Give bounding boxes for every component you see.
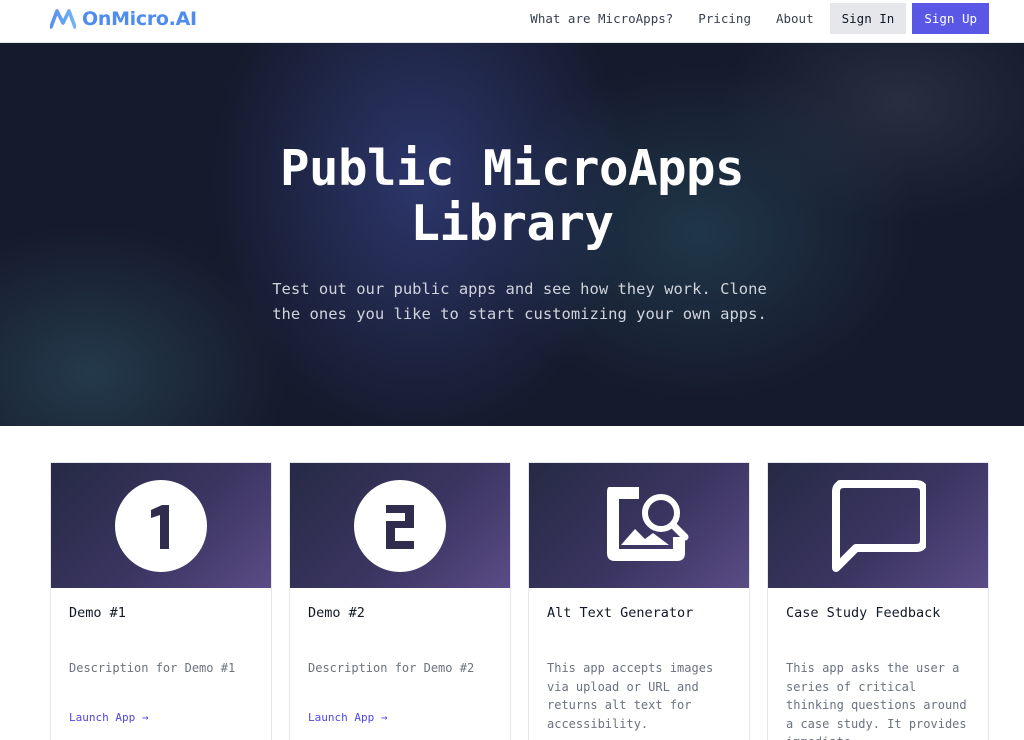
card-banner bbox=[290, 463, 510, 588]
card-banner bbox=[768, 463, 988, 588]
nav-link-pricing[interactable]: Pricing bbox=[698, 11, 751, 26]
sign-up-button[interactable]: Sign Up bbox=[912, 3, 989, 34]
card-description: This app accepts images via upload or UR… bbox=[547, 661, 714, 731]
chat-bubble-icon bbox=[832, 479, 926, 572]
app-card-grid: Demo #1 Description for Demo #1 Launch A… bbox=[50, 462, 990, 740]
hero-subtitle-line-2: the ones you like to start customizing y… bbox=[272, 305, 767, 323]
nav-link-about[interactable]: About bbox=[776, 11, 814, 26]
launch-app-link[interactable]: Launch App → bbox=[308, 711, 387, 724]
image-search-icon bbox=[607, 486, 689, 561]
app-card-demo-1[interactable]: Demo #1 Description for Demo #1 Launch A… bbox=[50, 462, 272, 740]
logo-icon bbox=[50, 9, 76, 29]
number-1-icon bbox=[115, 479, 207, 572]
card-title: Case Study Feedback bbox=[786, 605, 941, 621]
card-description: Description for Demo #1 bbox=[69, 661, 236, 675]
app-card-case-study-feedback[interactable]: Case Study Feedback This app asks the us… bbox=[767, 462, 989, 740]
hero-subtitle: Test out our public apps and see how the… bbox=[262, 277, 777, 327]
app-card-alt-text-generator[interactable]: Alt Text Generator This app accepts imag… bbox=[528, 462, 750, 740]
card-description: This app asks the user a series of criti… bbox=[786, 661, 967, 740]
page-title: Public MicroApps Library bbox=[0, 141, 1024, 251]
hero-subtitle-line-1: Test out our public apps and see how the… bbox=[272, 280, 767, 298]
brand-logo[interactable]: OnMicro.AI bbox=[50, 8, 197, 30]
app-card-demo-2[interactable]: Demo #2 Description for Demo #2 Launch A… bbox=[289, 462, 511, 740]
card-banner bbox=[51, 463, 271, 588]
card-title: Demo #1 bbox=[69, 605, 126, 621]
page-title-line-2: Library bbox=[410, 195, 614, 252]
main-nav: What are MicroApps? Pricing About Sign I… bbox=[530, 3, 989, 34]
nav-link-what-are-microapps[interactable]: What are MicroApps? bbox=[530, 11, 673, 26]
top-nav-bar: OnMicro.AI What are MicroApps? Pricing A… bbox=[0, 0, 1024, 43]
sign-in-button[interactable]: Sign In bbox=[829, 3, 907, 34]
page-title-line-1: Public MicroApps bbox=[279, 140, 745, 197]
card-title: Demo #2 bbox=[308, 605, 365, 621]
card-title: Alt Text Generator bbox=[547, 605, 694, 621]
number-2-icon bbox=[354, 479, 446, 572]
card-description: Description for Demo #2 bbox=[308, 661, 475, 675]
brand-name: OnMicro.AI bbox=[82, 8, 197, 30]
launch-app-link[interactable]: Launch App → bbox=[69, 711, 148, 724]
card-banner bbox=[529, 463, 749, 588]
hero-section: Public MicroApps Library Test out our pu… bbox=[0, 43, 1024, 426]
